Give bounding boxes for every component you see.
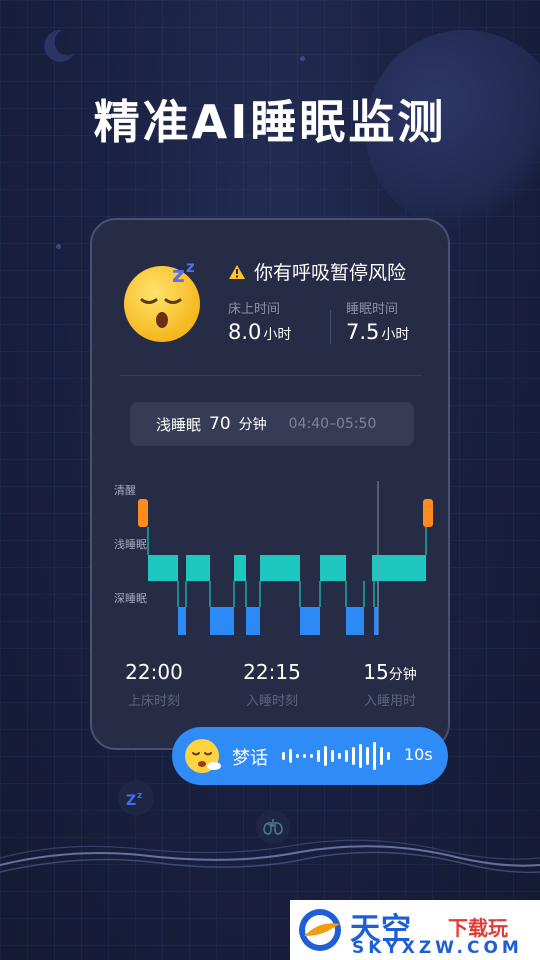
sleep-report-card[interactable]: z z 你有呼吸暂停风险 床上时间 8.0 小时 睡眠时间 7.5 小时 浅睡眠 7… <box>90 218 450 750</box>
sleep-latency-value: 15分钟 <box>363 660 417 684</box>
axis-label-deep: 深睡眠 <box>114 592 147 605</box>
stage-bar-light <box>186 555 210 581</box>
bed-time-value: 8.0 小时 <box>228 320 292 344</box>
axis-label-light: 浅睡眠 <box>114 538 147 551</box>
star-decoration <box>300 56 305 61</box>
stage-bar-awake <box>423 499 433 527</box>
stage-bar-deep <box>210 607 234 635</box>
axis-label-awake: 清醒 <box>114 484 136 497</box>
audio-waveform[interactable] <box>280 741 396 771</box>
watermark-text-domain: SKYXZW.COM <box>352 938 523 958</box>
warning-text: 你有呼吸暂停风险 <box>254 262 407 284</box>
site-logo-icon <box>299 909 341 951</box>
stat-divider <box>330 310 331 344</box>
stage-bar-deep <box>346 607 364 635</box>
selected-stage-pill[interactable]: 浅睡眠 70 分钟 04:40–05:50 <box>130 402 414 446</box>
stage-duration-unit: 分钟 <box>238 417 267 433</box>
bedtime-label: 上床时刻 <box>127 694 180 709</box>
svg-text:Z: Z <box>126 793 136 808</box>
sleep-talk-recording[interactable]: 梦话 10s <box>172 727 448 785</box>
stage-bar-light <box>378 555 426 581</box>
stage-bar-light <box>234 555 246 581</box>
stage-duration: 70 <box>209 414 231 434</box>
stage-name: 浅睡眠 <box>156 415 202 434</box>
sleep-time-value: 7.5 小时 <box>346 320 410 344</box>
sound-wave-decoration <box>0 839 540 874</box>
section-divider <box>120 375 422 376</box>
warning-icon <box>229 264 245 279</box>
stage-bar-light <box>260 555 300 581</box>
stage-bar-deep <box>178 607 186 635</box>
sleep-latency-label: 入睡用时 <box>363 694 416 709</box>
sleep-stage-chart[interactable]: 清醒 浅睡眠 深睡眠 <box>92 475 448 645</box>
sleep-time-label: 睡眠时间 <box>346 302 399 317</box>
stage-bar-light <box>148 555 178 581</box>
svg-text:z: z <box>172 263 185 288</box>
sleeping-emoji-icon: z z <box>124 258 200 342</box>
recording-duration: 10s <box>404 745 433 764</box>
apnea-warning: 你有呼吸暂停风险 <box>228 258 406 285</box>
sleep-talk-label: 梦话 <box>232 748 268 769</box>
dream-talk-emoji-icon <box>185 739 221 773</box>
moon-icon <box>44 29 74 62</box>
bed-time-label: 床上时间 <box>228 302 281 317</box>
svg-text:z: z <box>186 258 195 276</box>
stage-bar-deep <box>374 607 378 635</box>
site-watermark: 天空 下载玩 SKYXZW.COM <box>290 900 540 960</box>
bedtime-value: 22:00 <box>125 660 183 684</box>
sleep-onset-value: 22:15 <box>243 660 301 684</box>
sleep-onset-label: 入睡时刻 <box>245 694 298 709</box>
page-headline: 精准AI睡眠监测 <box>93 95 447 149</box>
stage-bar-awake <box>138 499 148 527</box>
stage-bar-deep <box>246 607 260 635</box>
svg-text:z: z <box>137 791 142 801</box>
stage-bar-deep <box>300 607 320 635</box>
watermark-text-sub: 下载玩 <box>448 916 508 940</box>
stage-time-range: 04:40–05:50 <box>288 416 377 432</box>
star-decoration <box>56 244 61 249</box>
stage-bar-light <box>320 555 346 581</box>
